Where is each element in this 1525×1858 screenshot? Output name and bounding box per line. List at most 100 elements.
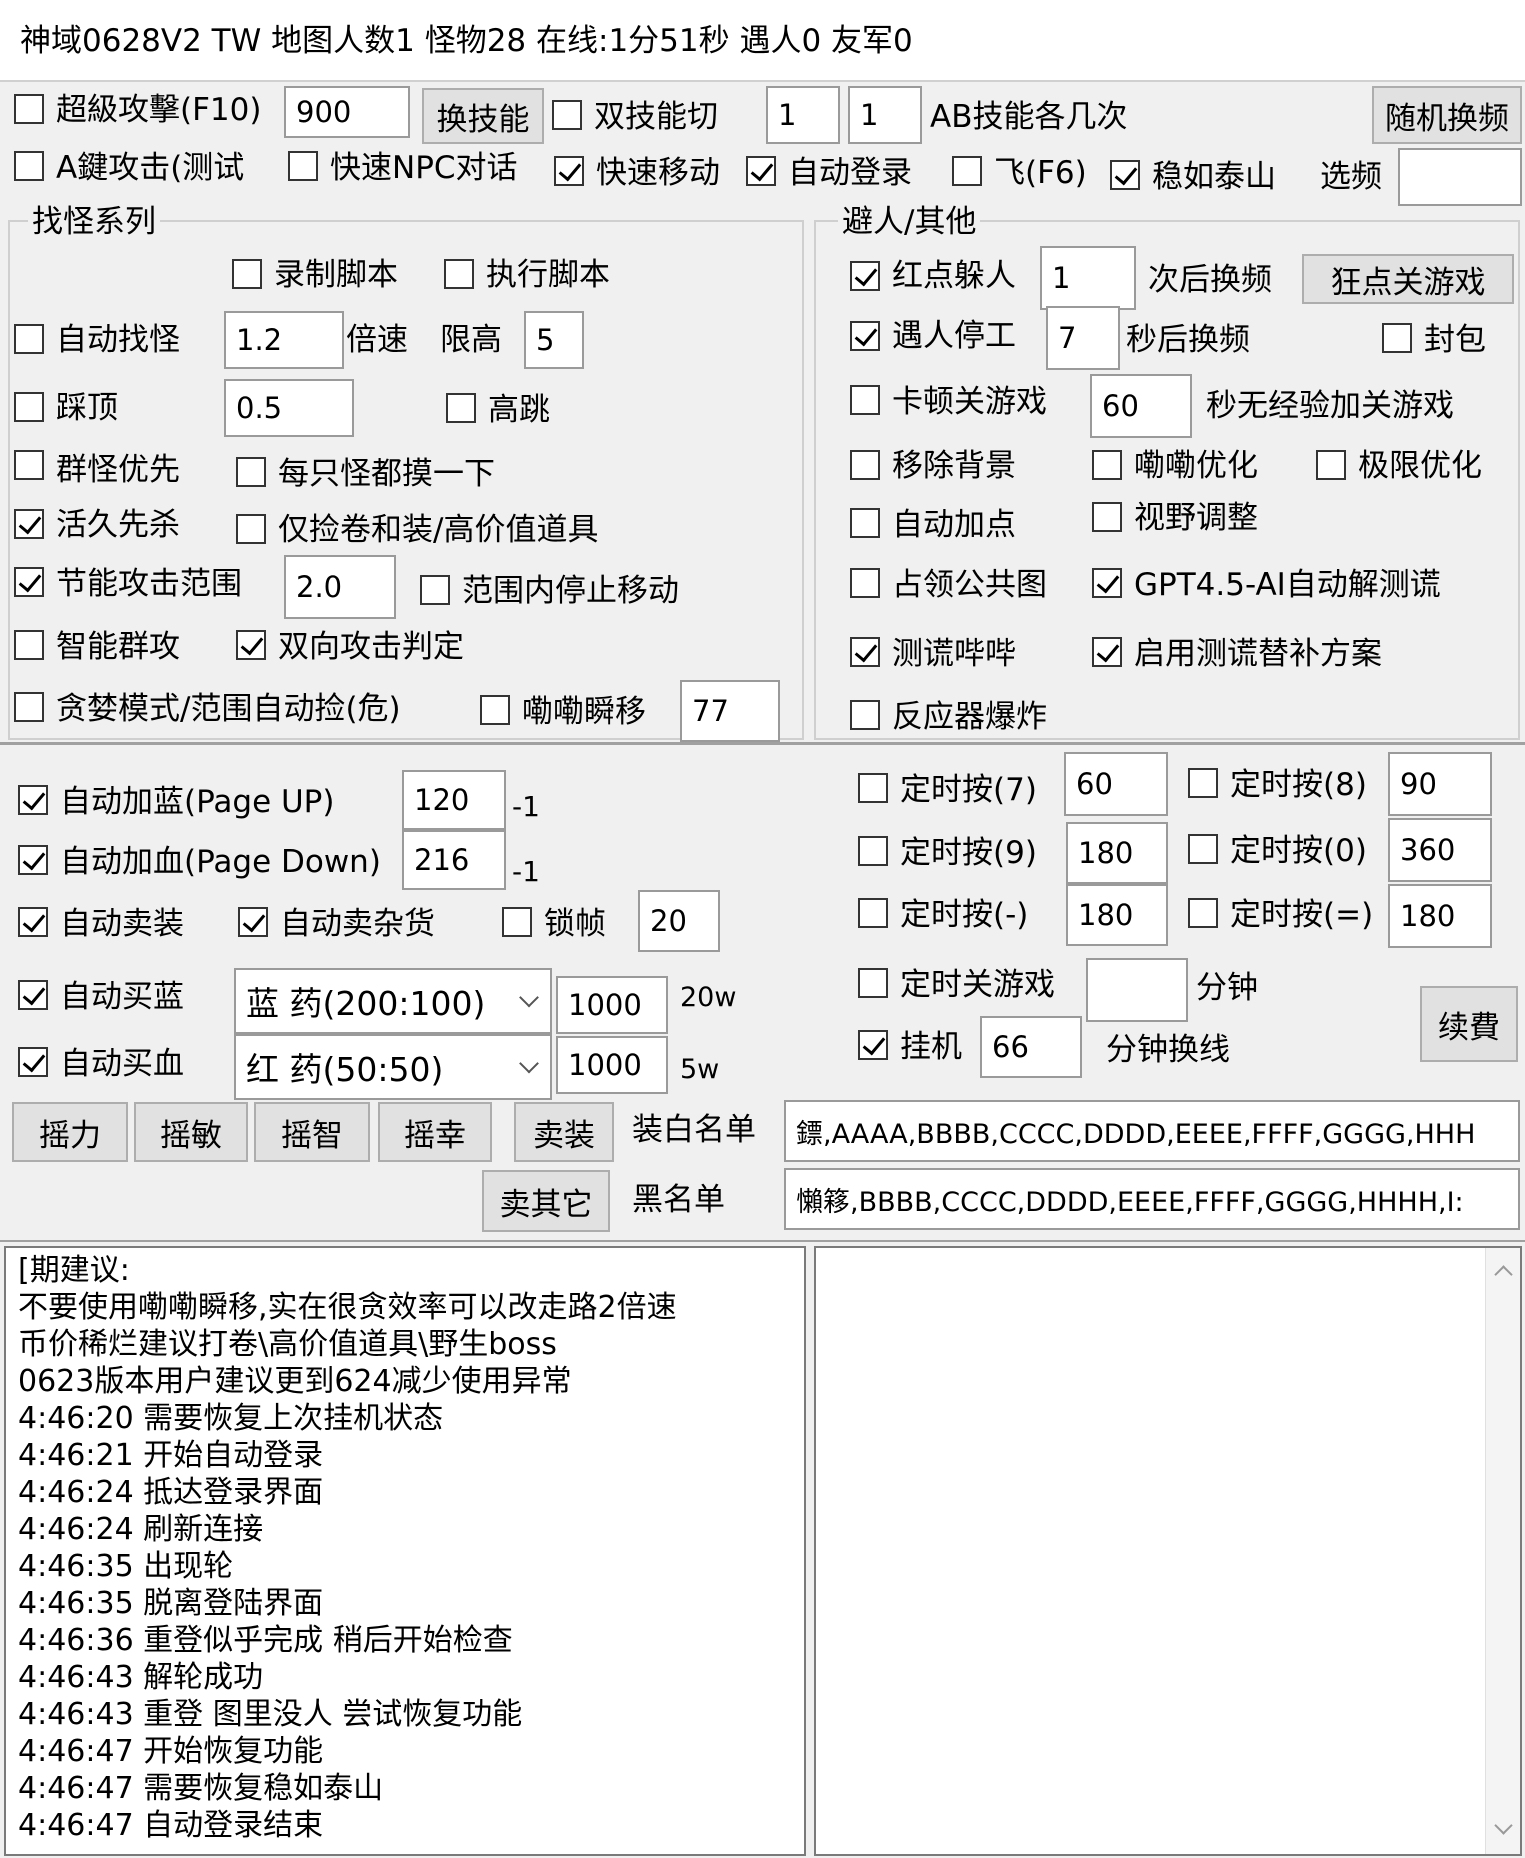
secondary-log-panel[interactable]	[814, 1246, 1522, 1856]
auto-find-checkbox[interactable]	[14, 324, 44, 354]
timed-close-checkbox[interactable]	[858, 968, 888, 998]
buy-mp-checkbox[interactable]	[18, 980, 48, 1010]
public-map-checkbox[interactable]	[850, 568, 880, 598]
timer-7-checkbox[interactable]	[858, 773, 888, 803]
switch-skill-button[interactable]: 换技能	[422, 88, 544, 144]
auto-hp-checkbox[interactable]	[18, 845, 48, 875]
record-script-checkbox[interactable]	[232, 259, 262, 289]
lag-close-checkbox[interactable]	[850, 385, 880, 415]
reactor-checkbox[interactable]	[850, 700, 880, 730]
super-attack-input[interactable]	[284, 86, 410, 138]
timer-9-checkbox[interactable]	[858, 836, 888, 866]
energy-range-checkbox[interactable]	[14, 567, 44, 597]
scrollbar[interactable]	[1485, 1248, 1520, 1854]
crazy-close-button[interactable]: 狂点关游戏	[1302, 254, 1514, 304]
timer-equal-checkbox[interactable]	[1188, 898, 1218, 928]
log-panel[interactable]: [期建议: 不要使用嘞嘞瞬移,实在很贪效率可以改走路2倍速 币价稀烂建议打卷\高价值…	[4, 1246, 806, 1856]
lie-backup-checkbox[interactable]	[1092, 637, 1122, 667]
group-first-checkbox[interactable]	[14, 450, 44, 480]
red-dot-checkbox[interactable]	[850, 261, 880, 291]
steady-checkbox[interactable]	[1110, 160, 1140, 190]
buy-mp-select[interactable]: 蓝 药(200:100)	[234, 968, 552, 1034]
bottom-divider	[0, 1240, 1525, 1242]
run-script-checkbox[interactable]	[444, 259, 474, 289]
greedy-checkbox[interactable]	[14, 692, 44, 722]
height-limit-input[interactable]	[524, 311, 584, 369]
super-attack-checkbox[interactable]	[14, 94, 44, 124]
fast-npc-checkbox[interactable]	[288, 151, 318, 181]
auto-sell-checkbox[interactable]	[18, 907, 48, 937]
lala-teleport-input[interactable]	[680, 680, 780, 742]
a-key-attack-checkbox[interactable]	[14, 151, 44, 181]
touch-each-checkbox[interactable]	[236, 457, 266, 487]
auto-sell-misc-checkbox[interactable]	[238, 907, 268, 937]
lag-close-input[interactable]	[1090, 374, 1192, 438]
kill-long-checkbox[interactable]	[14, 509, 44, 539]
smart-group-checkbox[interactable]	[14, 630, 44, 660]
timed-close-input[interactable]	[1086, 958, 1188, 1022]
timer-7-input[interactable]	[1064, 752, 1168, 816]
auto-hp-input[interactable]	[402, 830, 506, 890]
roll-dex-button[interactable]: 摇敏	[134, 1102, 248, 1162]
timer-8-input[interactable]	[1388, 752, 1492, 816]
lie-beep-checkbox[interactable]	[850, 637, 880, 667]
channel-input[interactable]	[1398, 148, 1522, 206]
random-channel-button[interactable]: 随机换频	[1372, 86, 1522, 144]
blacklist-input[interactable]	[784, 1168, 1520, 1230]
only-scroll-checkbox[interactable]	[236, 514, 266, 544]
skill-b-count-input[interactable]	[848, 86, 922, 144]
gpt-checkbox[interactable]	[1092, 568, 1122, 598]
idle-checkbox[interactable]	[858, 1030, 888, 1060]
renew-button[interactable]: 续費	[1420, 986, 1518, 1062]
block-packet-checkbox[interactable]	[1382, 323, 1412, 353]
extreme-opt-label: 极限优化	[1358, 448, 1482, 484]
stomp-input[interactable]	[224, 379, 354, 437]
remove-bg-checkbox[interactable]	[850, 450, 880, 480]
scroll-down-icon[interactable]	[1494, 1816, 1513, 1835]
view-adjust-checkbox[interactable]	[1092, 502, 1122, 532]
stomp-checkbox[interactable]	[14, 392, 44, 422]
buy-hp-checkbox[interactable]	[18, 1047, 48, 1077]
buy-hp-select[interactable]: 红 药(50:50)	[234, 1034, 552, 1100]
timer-0-checkbox[interactable]	[1188, 834, 1218, 864]
buy-hp-qty-input[interactable]	[556, 1036, 668, 1094]
buy-mp-qty-input[interactable]	[556, 976, 668, 1034]
roll-luk-button[interactable]: 摇幸	[378, 1102, 492, 1162]
red-dot-input[interactable]	[1040, 246, 1136, 310]
stop-in-range-checkbox[interactable]	[420, 575, 450, 605]
lala-teleport-checkbox[interactable]	[480, 695, 510, 725]
two-way-checkbox[interactable]	[236, 630, 266, 660]
roll-str-button[interactable]: 摇力	[12, 1102, 128, 1162]
auto-mp-checkbox[interactable]	[18, 785, 48, 815]
auto-points-checkbox[interactable]	[850, 508, 880, 538]
timer-0-input[interactable]	[1388, 818, 1492, 882]
sell-equip-button[interactable]: 卖装	[514, 1102, 614, 1162]
dual-skill-checkbox[interactable]	[552, 100, 582, 130]
extreme-opt-checkbox[interactable]	[1316, 450, 1346, 480]
lock-frame-input[interactable]	[638, 890, 720, 952]
timer-8-checkbox[interactable]	[1188, 768, 1218, 798]
auto-find-speed-input[interactable]	[224, 311, 344, 369]
timer-minus-input[interactable]	[1066, 884, 1168, 946]
lala-opt-checkbox[interactable]	[1092, 450, 1122, 480]
meet-stop-checkbox[interactable]	[850, 321, 880, 351]
sell-other-button[interactable]: 卖其它	[482, 1170, 610, 1232]
timer-minus-checkbox[interactable]	[858, 898, 888, 928]
auto-mp-input[interactable]	[402, 770, 506, 830]
timer-equal-input[interactable]	[1388, 884, 1492, 948]
timer-9-input[interactable]	[1066, 822, 1168, 884]
whitelist-input[interactable]	[784, 1100, 1520, 1162]
idle-input[interactable]	[980, 1016, 1082, 1078]
scroll-up-icon[interactable]	[1494, 1265, 1513, 1284]
window-title: 神域0628V2 TW 地图人数1 怪物28 在线:1分51秒 遇人0 友军0	[20, 23, 913, 59]
auto-login-checkbox[interactable]	[746, 156, 776, 186]
energy-range-input[interactable]	[284, 555, 396, 619]
auto-hp-label: 自动加血(Page Down)	[60, 844, 381, 880]
high-jump-checkbox[interactable]	[446, 393, 476, 423]
skill-a-count-input[interactable]	[766, 86, 840, 144]
meet-stop-input[interactable]	[1046, 306, 1120, 370]
lock-frame-checkbox[interactable]	[502, 907, 532, 937]
roll-int-button[interactable]: 摇智	[254, 1102, 370, 1162]
fast-move-checkbox[interactable]	[554, 156, 584, 186]
fly-checkbox[interactable]	[952, 156, 982, 186]
